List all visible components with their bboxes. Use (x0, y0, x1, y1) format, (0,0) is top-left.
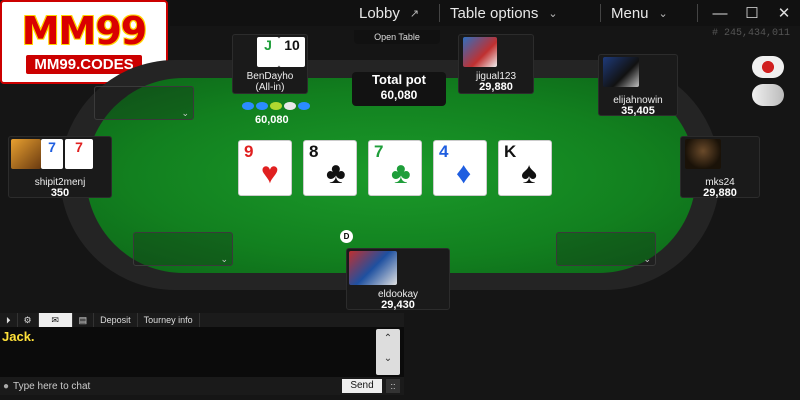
table-options-label: Table options (450, 4, 539, 22)
lobby-label: Lobby (359, 4, 400, 22)
gear-icon[interactable]: ⚙ (18, 313, 39, 327)
chevron-down-icon: ⌄ (220, 254, 228, 264)
board-card: 4 ♦ (433, 140, 487, 196)
player-stack: 29,880 (703, 187, 737, 199)
chat-input[interactable]: Type here to chat (13, 381, 90, 392)
chip-icon (270, 102, 282, 110)
player-name: BenDayho (246, 71, 294, 82)
chat-scrollbar[interactable]: ⌃ ⌄ (376, 329, 400, 375)
chat-tabbar: ⏵ ⚙ ✉ ▤ Deposit Tourney info (0, 313, 404, 327)
board-card: 9 ♥ (238, 140, 292, 196)
player-seat-elijahnowin[interactable]: elijahnowin 35,405 (598, 54, 678, 117)
tab-deposit[interactable]: Deposit (94, 313, 138, 327)
empty-seat[interactable]: ⌄ (133, 232, 233, 266)
menu-button[interactable]: Menu ⌄ (601, 0, 697, 26)
board-card: 8 ♣ (303, 140, 357, 196)
dealer-button: D (340, 230, 353, 243)
heart-icon: ♥ (261, 157, 279, 190)
diamond-icon: ♦ (456, 157, 472, 190)
player-seat-jigual123[interactable]: jigual123 29,880 (458, 34, 534, 94)
table-options-button[interactable]: Table options ⌄ (440, 0, 600, 26)
card-rank: 8 (309, 142, 319, 161)
chat-message: Jack. (2, 329, 35, 344)
open-table-tab[interactable]: Open Table (354, 30, 440, 44)
cards-icon[interactable] (752, 84, 784, 106)
scroll-up-icon[interactable]: ⌃ (376, 329, 400, 349)
player-avatar (685, 139, 721, 169)
player-avatar (349, 251, 397, 285)
logo-mark: MM99 (21, 8, 148, 53)
total-pot-value: 60,080 (380, 88, 418, 102)
notes-icon[interactable]: ▤ (73, 313, 95, 327)
player-stack: 29,430 (381, 299, 415, 311)
tab-tourney-info[interactable]: Tourney info (138, 313, 200, 327)
player-stack: 29,880 (479, 81, 513, 93)
menu-label: Menu (611, 4, 649, 22)
player-seat-bendayho[interactable]: J 10 BenDayho (All-in) (232, 34, 308, 94)
table-stats-icon[interactable] (752, 56, 784, 78)
chevron-down-icon: ⌄ (658, 7, 668, 20)
empty-seat[interactable]: ⌄ (556, 232, 656, 266)
player-avatar (11, 139, 41, 169)
hole-card: 10 (279, 37, 305, 67)
spade-icon: ♠ (521, 157, 537, 190)
chip-icon (284, 102, 296, 110)
send-button[interactable]: Send (342, 379, 382, 393)
maximize-icon[interactable]: ☐ (736, 4, 768, 22)
board-card: 7 ♣ (368, 140, 422, 196)
card-rank: K (504, 142, 517, 161)
empty-seat[interactable]: ⌄ (94, 86, 194, 120)
hole-card: 7 (41, 139, 63, 169)
card-rank: 4 (439, 142, 449, 161)
club-icon: ♣ (391, 157, 411, 190)
player-stack: 350 (50, 187, 70, 199)
divider (697, 4, 698, 22)
send-options-icon[interactable]: :: (386, 379, 400, 393)
player-stack: 35,405 (621, 105, 655, 117)
chat-input-bar: ● Type here to chat Send :: (0, 377, 404, 395)
total-pot-label: Total pot (372, 72, 426, 87)
card-rank: 9 (244, 142, 254, 161)
chevron-down-icon: ⌄ (548, 7, 558, 20)
collapse-icon[interactable]: ⏵ (0, 313, 18, 327)
total-pot: Total pot 60,080 (352, 72, 446, 106)
scroll-down-icon[interactable]: ⌄ (376, 349, 400, 369)
player-seat-shipit2menj[interactable]: 7 7 shipit2menj 350 (8, 136, 112, 199)
pot-chips (242, 102, 310, 110)
chevron-down-icon: ⌄ (181, 108, 189, 118)
player-seat-eldookay[interactable]: eldookay 29,430 (346, 248, 450, 311)
close-icon[interactable]: ✕ (768, 4, 800, 22)
lobby-button[interactable]: Lobby ↗ (349, 0, 439, 26)
external-arrow-icon: ↗ (409, 7, 420, 20)
hole-card: J (257, 37, 279, 67)
club-icon: ♣ (326, 157, 346, 190)
player-avatar (603, 57, 639, 87)
hole-card: 7 (65, 139, 93, 169)
minimize-icon[interactable]: — (704, 5, 736, 22)
table-id: # 245,434,011 (711, 28, 790, 39)
chat-bubble-icon[interactable]: ✉ (38, 313, 73, 327)
player-status: (All-in) (255, 82, 285, 93)
card-rank: 7 (374, 142, 384, 161)
chat-bubble-icon: ● (3, 380, 10, 392)
window-topbar: Lobby ↗ Table options ⌄ Menu ⌄ — ☐ ✕ (170, 0, 800, 26)
chip-icon (298, 102, 310, 110)
pot-chips-amount: 60,080 (255, 114, 289, 126)
chip-icon (242, 102, 254, 110)
chip-icon (256, 102, 268, 110)
chevron-down-icon: ⌄ (643, 254, 651, 264)
chat-log: Jack. ⌃ ⌄ (0, 327, 404, 377)
player-avatar (463, 37, 497, 67)
board-card: K ♠ (498, 140, 552, 196)
player-seat-mks24[interactable]: mks24 29,880 (680, 136, 760, 199)
